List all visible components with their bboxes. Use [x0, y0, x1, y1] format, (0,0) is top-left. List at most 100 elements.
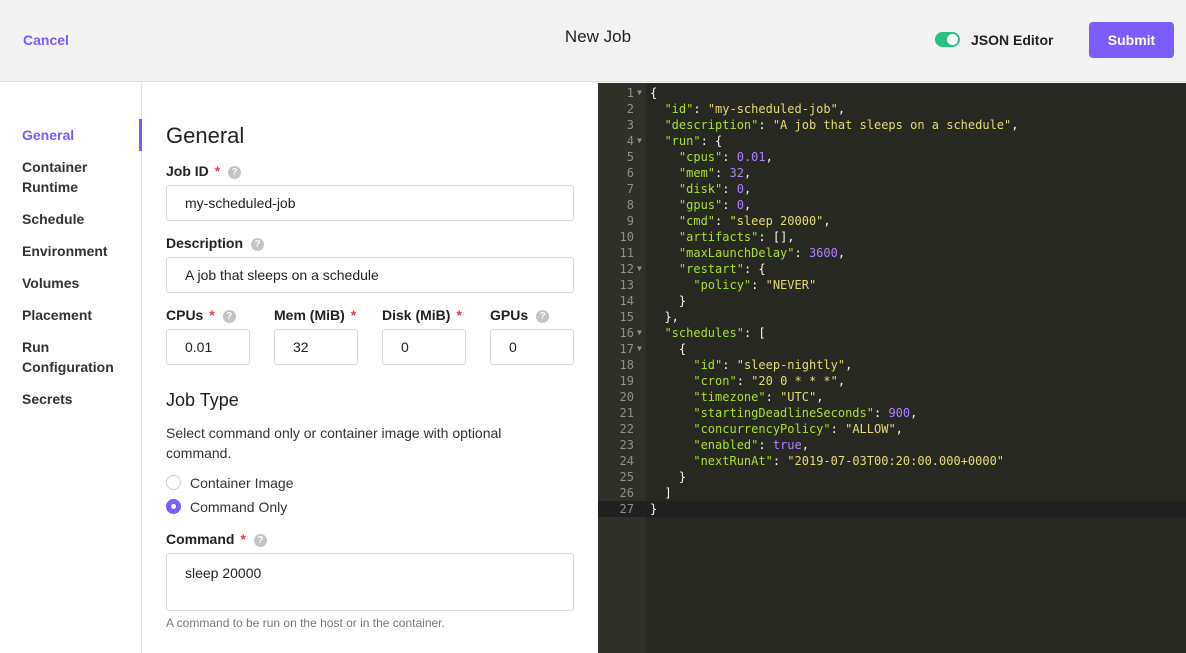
code-line[interactable]: 4 ▼ "run": {: [598, 133, 1186, 149]
code-line[interactable]: 23 "enabled": true,: [598, 437, 1186, 453]
sidebar-item-volumes[interactable]: Volumes: [22, 273, 79, 293]
command-help-text: A command to be run on the host or in th…: [166, 616, 445, 630]
code-line[interactable]: 21 "startingDeadlineSeconds": 900,: [598, 405, 1186, 421]
code-line[interactable]: 5 "cpus": 0.01,: [598, 149, 1186, 165]
json-editor-toggle[interactable]: [935, 32, 960, 47]
line-number: 18: [619, 358, 634, 372]
job-type-heading: Job Type: [166, 390, 239, 410]
gpus-label: GPUs?: [490, 307, 550, 323]
sidebar-item-secrets[interactable]: Secrets: [22, 389, 73, 409]
label-text: GPUs: [490, 307, 529, 323]
line-number: 6: [626, 166, 634, 180]
line-number: 1: [626, 86, 634, 100]
code-text: "disk": 0,: [678, 182, 752, 196]
radio-container-image[interactable]: [166, 475, 181, 490]
line-number: 13: [619, 278, 634, 292]
code-text: {: [650, 342, 687, 356]
fold-arrow-icon[interactable]: ▼: [637, 261, 642, 277]
code-line[interactable]: 8 "gpus": 0,: [598, 197, 1186, 213]
label-text: Mem (MiB): [274, 307, 345, 323]
description-input[interactable]: A job that sleeps on a schedule: [166, 257, 574, 293]
command-only-label[interactable]: Command Only: [190, 499, 287, 515]
header: Cancel New Job JSON Editor Submit: [0, 0, 1186, 82]
code-line[interactable]: 17 ▼ {: [598, 341, 1186, 357]
fold-arrow-icon[interactable]: ▼: [637, 85, 642, 101]
code-line[interactable]: 9 "cmd": "sleep 20000",: [598, 213, 1186, 229]
code-text: "startingDeadlineSeconds": 900,: [693, 406, 918, 420]
line-number: 19: [619, 374, 634, 388]
code-text: "cron": "20 0 * * *",: [693, 374, 846, 388]
code-text: "artifacts": [],: [678, 230, 795, 244]
sidebar-item-run-configuration[interactable]: Run Configuration: [22, 337, 122, 377]
sidebar-item-environment[interactable]: Environment: [22, 241, 108, 261]
code-line[interactable]: 3 "description": "A job that sleeps on a…: [598, 117, 1186, 133]
code-line[interactable]: 6 "mem": 32,: [598, 165, 1186, 181]
help-icon[interactable]: ?: [251, 238, 265, 251]
code-text: ]: [650, 486, 672, 500]
code-line[interactable]: 11 "maxLaunchDelay": 3600,: [598, 245, 1186, 261]
line-number: 2: [626, 102, 634, 116]
command-textarea[interactable]: sleep 20000: [166, 553, 574, 611]
line-number: 17: [619, 342, 634, 356]
sidebar-item-container-runtime[interactable]: Container Runtime: [22, 157, 112, 197]
code-line[interactable]: 14 }: [598, 293, 1186, 309]
help-icon[interactable]: ?: [536, 310, 550, 323]
json-editor[interactable]: 1 ▼{2 "id": "my-scheduled-job", 3 "descrip…: [598, 83, 1186, 653]
line-number: 27: [619, 502, 634, 516]
sidebar: General Container Runtime Schedule Envir…: [0, 83, 142, 653]
code-text: }: [650, 294, 687, 308]
sidebar-item-general[interactable]: General: [22, 125, 74, 145]
code-line[interactable]: 26 ]: [598, 485, 1186, 501]
code-line[interactable]: 13 "policy": "NEVER": [598, 277, 1186, 293]
code-line[interactable]: 27}: [598, 501, 1186, 517]
line-number: 8: [626, 198, 634, 212]
job-id-input[interactable]: my-scheduled-job: [166, 185, 574, 221]
sidebar-item-schedule[interactable]: Schedule: [22, 209, 84, 229]
code-line[interactable]: 2 "id": "my-scheduled-job",: [598, 101, 1186, 117]
mem-input[interactable]: 32: [274, 329, 358, 365]
code-line[interactable]: 1 ▼ {: [598, 85, 1186, 101]
fold-arrow-icon[interactable]: ▼: [637, 325, 642, 341]
required-mark: *: [350, 307, 357, 323]
required-mark: *: [456, 307, 462, 323]
container-image-label[interactable]: Container Image: [190, 475, 294, 491]
code-text: "gpus": 0,: [678, 198, 752, 212]
code-line[interactable]: 10 "artifacts": [],: [598, 229, 1186, 245]
code-text: },: [650, 310, 679, 324]
line-number: 5: [626, 150, 634, 164]
fold-arrow-icon[interactable]: ▼: [637, 133, 642, 149]
cpus-input[interactable]: 0.01: [166, 329, 250, 365]
code-text: "id": "my-scheduled-job",: [664, 102, 846, 116]
fold-arrow-icon[interactable]: ▼: [637, 341, 642, 357]
help-icon[interactable]: ?: [253, 534, 267, 547]
code-line[interactable]: 15 },: [598, 309, 1186, 325]
code-text: }: [650, 502, 658, 516]
line-number: 25: [619, 470, 634, 484]
disk-input[interactable]: 0: [382, 329, 466, 365]
description-label: Description?: [166, 235, 265, 251]
label-text: CPUs: [166, 307, 204, 323]
code-line[interactable]: 18 "id": "sleep-nightly",: [598, 357, 1186, 373]
code-line[interactable]: 12 ▼ "restart": {: [598, 261, 1186, 277]
code-text: "timezone": "UTC",: [693, 390, 824, 404]
gpus-input[interactable]: 0: [490, 329, 574, 365]
submit-button[interactable]: Submit: [1089, 22, 1174, 58]
help-icon[interactable]: ?: [228, 166, 242, 179]
code-line[interactable]: 19 "cron": "20 0 * * *",: [598, 373, 1186, 389]
required-mark: *: [240, 531, 246, 547]
sidebar-item-placement[interactable]: Placement: [22, 305, 92, 325]
code-line[interactable]: 25 }: [598, 469, 1186, 485]
code-text: "cpus": 0.01,: [678, 150, 773, 164]
code-text: "cmd": "sleep 20000",: [678, 214, 831, 228]
radio-command-only[interactable]: [166, 499, 181, 514]
code-text: "maxLaunchDelay": 3600,: [678, 246, 846, 260]
code-line[interactable]: 24 "nextRunAt": "2019-07-03T00:20:00.000…: [598, 453, 1186, 469]
line-number: 15: [619, 310, 634, 324]
help-icon[interactable]: ?: [222, 310, 236, 323]
code-line[interactable]: 20 "timezone": "UTC",: [598, 389, 1186, 405]
code-line[interactable]: 16 ▼ "schedules": [: [598, 325, 1186, 341]
code-text: "schedules": [: [664, 326, 766, 340]
code-line[interactable]: 7 "disk": 0,: [598, 181, 1186, 197]
code-line[interactable]: 22 "concurrencyPolicy": "ALLOW",: [598, 421, 1186, 437]
section-heading: General: [166, 123, 245, 148]
